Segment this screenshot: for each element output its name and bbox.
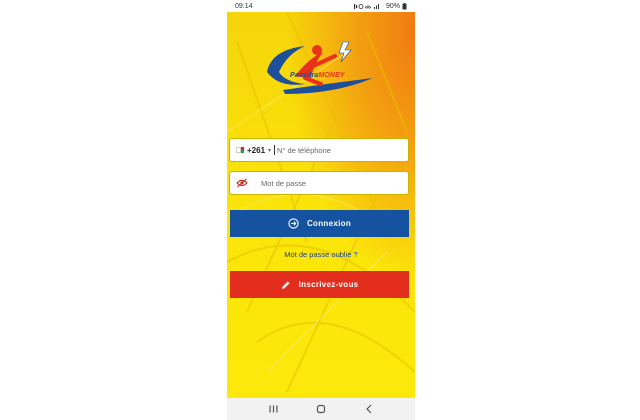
recent-apps-button[interactable]: [265, 402, 281, 416]
logo-brand-part2: MONEY: [318, 72, 345, 79]
madagascar-flag-icon[interactable]: [236, 147, 244, 153]
back-button[interactable]: [361, 402, 377, 416]
home-button[interactable]: [313, 402, 329, 416]
recent-apps-icon: [269, 405, 277, 413]
logo-wordmark: PaositraMONEY: [290, 72, 345, 79]
battery-percent: 90%: [385, 2, 400, 10]
signup-button[interactable]: Inscrivez-vous: [230, 271, 409, 298]
app-background: PaositraMONEY: [227, 12, 415, 398]
navigation-bar: [227, 398, 415, 420]
status-time: 09:14: [235, 2, 253, 10]
text-cursor: [274, 145, 276, 155]
chevron-down-icon[interactable]: ▾: [268, 147, 271, 154]
back-icon: [366, 404, 372, 414]
password-field[interactable]: [229, 171, 409, 195]
forgot-password-link[interactable]: Mot de passe oublié ?: [227, 250, 415, 259]
battery-icon: [402, 2, 407, 9]
phone-number-field[interactable]: +261 ▾: [229, 138, 409, 162]
paositra-money-logo: [267, 41, 373, 94]
country-code[interactable]: +261: [247, 146, 265, 155]
login-arrow-icon: [288, 218, 299, 229]
status-bar: 09:14 90%: [227, 0, 415, 12]
signup-button-label: Inscrivez-vous: [298, 280, 359, 289]
phone-number-input[interactable]: [277, 145, 388, 155]
home-icon: [316, 404, 326, 414]
phone-screen: 09:14 90% PaositraMONEY +261 ▾ N° de tél…: [227, 0, 415, 420]
logo-brand-part1: Paositra: [290, 72, 319, 79]
login-button[interactable]: Connexion: [230, 210, 409, 237]
login-button-label: Connexion: [306, 219, 352, 228]
status-icons: [353, 3, 379, 9]
password-input[interactable]: [261, 178, 371, 188]
eye-off-icon[interactable]: [236, 178, 248, 188]
pencil-icon: [281, 281, 290, 289]
